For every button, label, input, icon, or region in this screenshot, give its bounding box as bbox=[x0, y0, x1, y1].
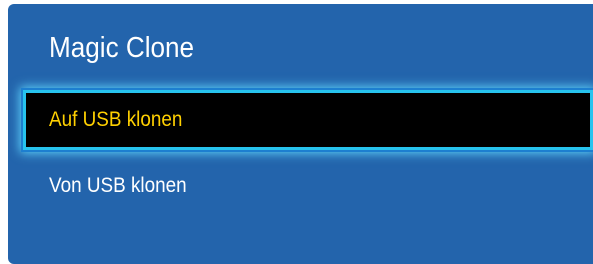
menu-item-clone-to-usb[interactable]: Auf USB klonen bbox=[23, 90, 593, 150]
menu-item-clone-from-usb[interactable]: Von USB klonen bbox=[49, 170, 202, 202]
menu-item-label: Auf USB klonen bbox=[49, 108, 183, 131]
menu-item-label: Von USB klonen bbox=[49, 174, 187, 197]
magic-clone-dialog: Magic Clone Auf USB klonen Von USB klone… bbox=[8, 4, 593, 264]
dialog-title: Magic Clone bbox=[49, 32, 195, 64]
